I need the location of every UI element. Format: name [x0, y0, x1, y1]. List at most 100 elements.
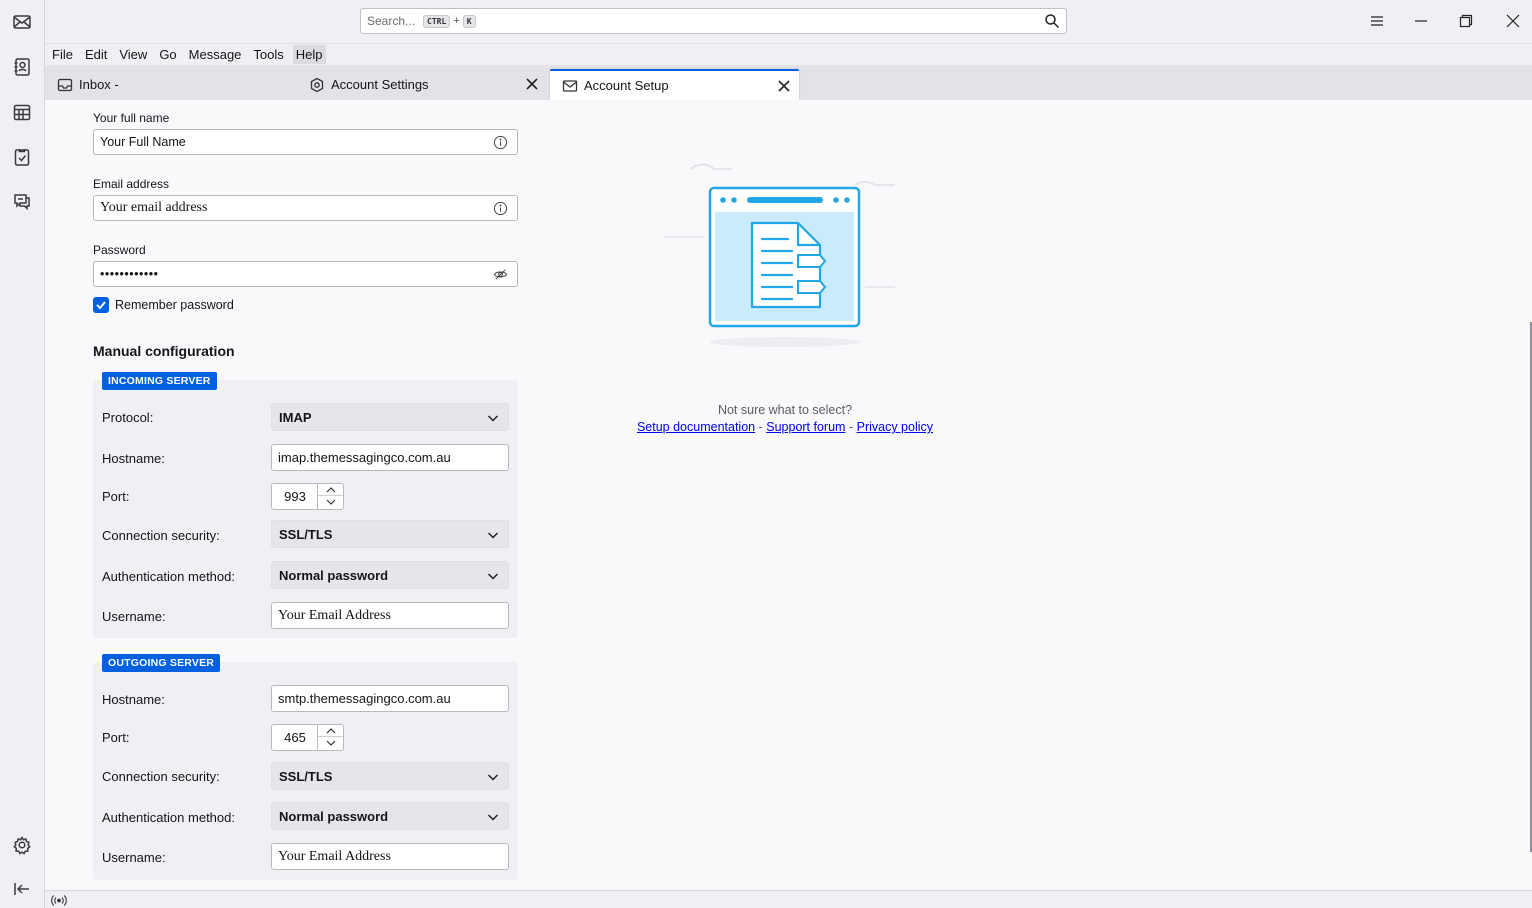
- settings-icon[interactable]: [8, 831, 36, 859]
- close-window-icon[interactable]: [1501, 10, 1525, 32]
- settings-tab-icon: [310, 77, 324, 92]
- port-stepper-buttons: [317, 725, 343, 750]
- outgoing-username-value: Your Email Address: [278, 848, 391, 864]
- shortcut-key-ctrl: CTRL: [423, 14, 451, 28]
- search-placeholder: Search...: [367, 14, 416, 28]
- menu-edit[interactable]: Edit: [82, 45, 110, 64]
- restore-icon[interactable]: [1454, 10, 1478, 32]
- close-tab-icon[interactable]: [777, 79, 791, 93]
- account-setup-content: Your full name Your Full Name Email addr…: [45, 100, 1532, 890]
- incoming-security-value: SSL/TLS: [279, 526, 333, 542]
- account-setup-icon: [562, 79, 578, 92]
- collapse-toolbar-icon[interactable]: [8, 875, 36, 903]
- outgoing-username-input[interactable]: Your Email Address: [271, 843, 509, 870]
- incoming-username-label: Username:: [102, 609, 166, 624]
- increment-icon[interactable]: [318, 725, 343, 737]
- email-label: Email address: [93, 177, 170, 191]
- incoming-auth-select[interactable]: Normal password: [271, 561, 509, 589]
- chevron-down-icon: [487, 412, 499, 424]
- email-value: Your email address: [100, 200, 208, 215]
- outgoing-auth-label: Authentication method:: [102, 810, 235, 825]
- tab-inbox[interactable]: Inbox -: [45, 69, 295, 100]
- outgoing-port-value: 465: [284, 730, 306, 745]
- incoming-username-input[interactable]: Your Email Address: [271, 602, 509, 629]
- shortcut-key-k: K: [462, 14, 476, 28]
- remember-password-label: Remember password: [115, 298, 234, 312]
- tab-account-setup-label: Account Setup: [584, 78, 669, 93]
- port-stepper-buttons: [317, 484, 343, 509]
- incoming-username-value: Your Email Address: [278, 607, 391, 623]
- info-icon[interactable]: [493, 135, 508, 150]
- global-search-input[interactable]: Search... CTRL + K: [360, 8, 1067, 34]
- incoming-hostname-label: Hostname:: [102, 451, 165, 466]
- menu-file[interactable]: File: [49, 45, 76, 64]
- decrement-icon[interactable]: [318, 496, 343, 508]
- password-value: ••••••••••••: [100, 267, 159, 281]
- protocol-label: Protocol:: [102, 410, 154, 425]
- support-forum-link[interactable]: Support forum: [766, 420, 845, 434]
- incoming-port-label: Port:: [102, 489, 130, 504]
- tab-account-settings[interactable]: Account Settings: [297, 69, 547, 100]
- email-field[interactable]: Your email address: [93, 195, 518, 221]
- chat-icon[interactable]: [8, 187, 36, 215]
- close-tab-icon[interactable]: [525, 77, 539, 91]
- hide-password-icon[interactable]: [493, 267, 508, 282]
- full-name-value: Your Full Name: [100, 135, 186, 149]
- protocol-value: IMAP: [279, 409, 312, 425]
- outgoing-hostname-input[interactable]: smtp.themessagingco.com.au: [271, 685, 509, 712]
- calendar-icon[interactable]: [8, 98, 36, 126]
- chevron-down-icon: [487, 811, 499, 823]
- tab-account-setup[interactable]: Account Setup: [550, 69, 799, 100]
- incoming-security-label: Connection security:: [102, 528, 220, 543]
- menu-view[interactable]: View: [116, 45, 150, 64]
- incoming-hostname-value: imap.themessagingco.com.au: [278, 450, 451, 465]
- outgoing-security-select[interactable]: SSL/TLS: [271, 762, 509, 790]
- address-book-icon[interactable]: [8, 53, 36, 81]
- incoming-security-select[interactable]: SSL/TLS: [271, 520, 509, 548]
- outgoing-server-badge: OUTGOING SERVER: [102, 654, 221, 672]
- privacy-policy-link[interactable]: Privacy policy: [857, 420, 933, 434]
- inbox-icon: [57, 78, 73, 91]
- full-name-field[interactable]: Your Full Name: [93, 129, 518, 155]
- link-separator: -: [758, 420, 763, 434]
- outgoing-username-label: Username:: [102, 850, 166, 865]
- password-field[interactable]: ••••••••••••: [93, 261, 518, 287]
- help-question: Not sure what to select?: [717, 403, 853, 417]
- minimize-icon[interactable]: [1409, 10, 1433, 32]
- account-setup-illustration: [665, 163, 895, 347]
- menu-help[interactable]: Help: [292, 45, 326, 64]
- outgoing-port-stepper[interactable]: 465: [271, 724, 344, 751]
- spaces-toolbar: [0, 0, 45, 908]
- protocol-select[interactable]: IMAP: [271, 403, 509, 431]
- help-links: Setup documentation - Support forum - Pr…: [605, 420, 965, 434]
- decrement-icon[interactable]: [318, 737, 343, 749]
- menu-bar: File Edit View Go Message Tools Help: [45, 43, 1532, 65]
- online-status-icon[interactable]: [51, 894, 67, 907]
- mail-icon[interactable]: [8, 8, 36, 36]
- incoming-auth-label: Authentication method:: [102, 569, 235, 584]
- search-icon[interactable]: [1044, 13, 1060, 29]
- menu-go[interactable]: Go: [156, 45, 179, 64]
- chevron-down-icon: [487, 570, 499, 582]
- setup-documentation-link[interactable]: Setup documentation: [637, 420, 755, 434]
- incoming-server-badge: INCOMING SERVER: [102, 372, 217, 390]
- remember-password-checkbox[interactable]: [93, 297, 109, 313]
- tab-inbox-label: Inbox -: [79, 77, 119, 92]
- chevron-down-icon: [487, 771, 499, 783]
- outgoing-hostname-label: Hostname:: [102, 692, 165, 707]
- chevron-down-icon: [487, 529, 499, 541]
- menu-tools[interactable]: Tools: [250, 45, 286, 64]
- link-separator: -: [848, 420, 854, 434]
- password-label: Password: [93, 243, 146, 257]
- incoming-hostname-input[interactable]: imap.themessagingco.com.au: [271, 444, 509, 471]
- tab-bar: Inbox - Account Settings Account Setup: [45, 65, 1532, 100]
- outgoing-auth-select[interactable]: Normal password: [271, 802, 509, 830]
- tasks-icon[interactable]: [8, 143, 36, 171]
- menu-message[interactable]: Message: [186, 45, 245, 64]
- incoming-auth-value: Normal password: [279, 567, 389, 583]
- info-icon[interactable]: [493, 201, 508, 216]
- status-bar: [45, 890, 1532, 908]
- increment-icon[interactable]: [318, 484, 343, 496]
- app-menu-icon[interactable]: [1365, 10, 1389, 32]
- incoming-port-stepper[interactable]: 993: [271, 483, 344, 510]
